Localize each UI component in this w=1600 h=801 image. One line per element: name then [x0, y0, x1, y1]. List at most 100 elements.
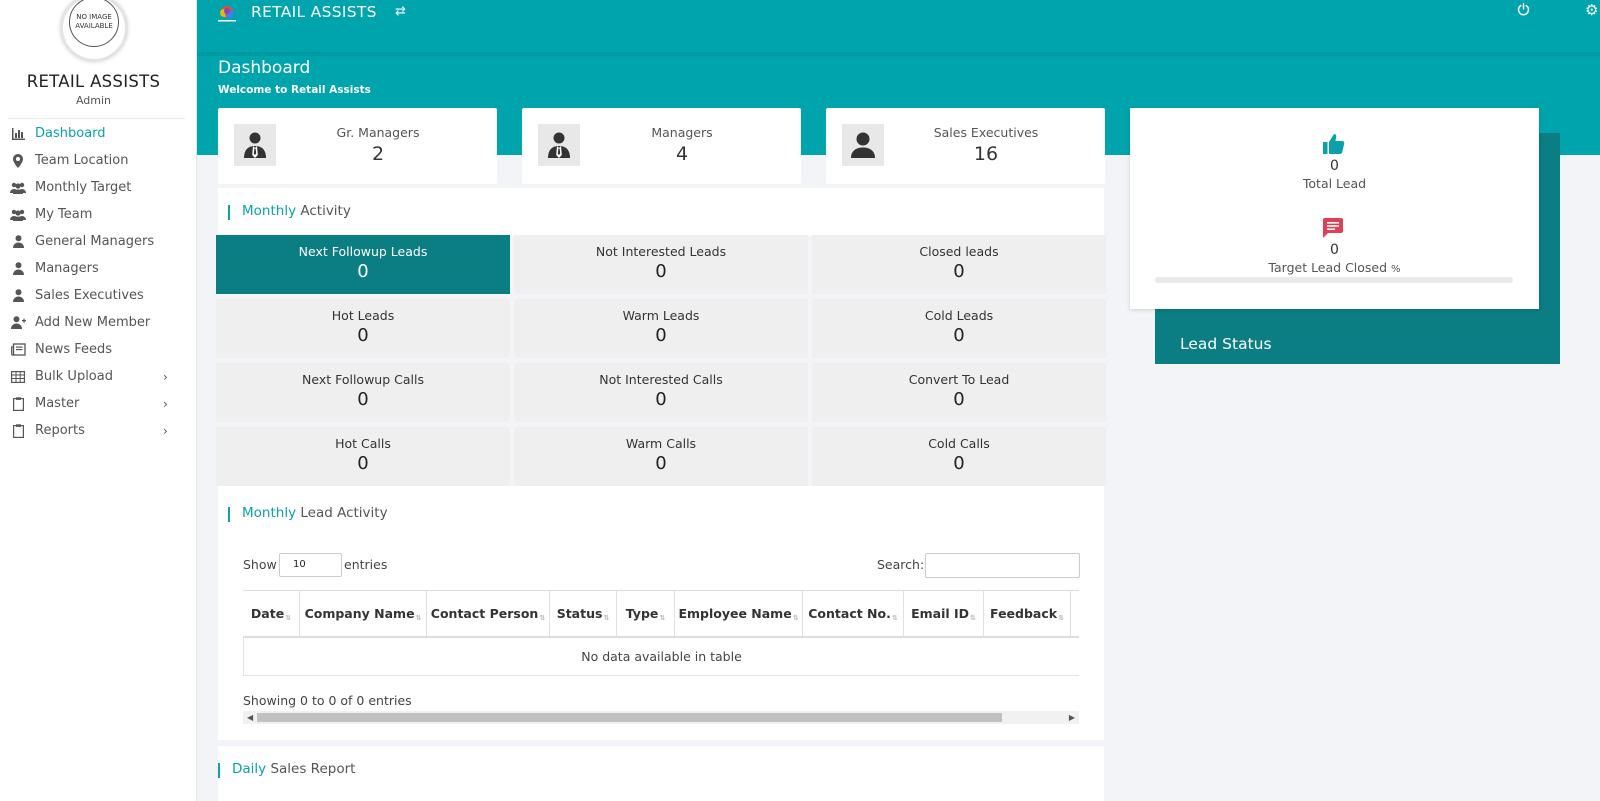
chevron-right-icon: › — [163, 423, 168, 438]
tile-hot-leads[interactable]: Hot Leads 0 — [216, 299, 510, 358]
target-lead-closed-value: 0 — [1330, 242, 1339, 258]
user-icon — [10, 289, 26, 303]
section-title-daily-sales: Daily Sales Report — [218, 761, 355, 778]
column-header-email-id[interactable]: Email ID ⇅ — [904, 591, 984, 636]
lead-summary-card: 0 Total Lead 0 Target Lead Closed % — [1130, 108, 1539, 309]
user-icon — [10, 262, 26, 276]
scroll-left-icon[interactable]: ◀ — [247, 711, 253, 724]
total-lead-value: 0 — [1330, 158, 1339, 174]
sidebar-item-managers[interactable]: Managers — [0, 255, 197, 282]
column-header-status[interactable]: Status ⇅ — [550, 591, 617, 636]
sidebar-item-general-managers[interactable]: General Managers — [0, 228, 197, 255]
column-header-contact-person[interactable]: Contact Person ⇅ — [427, 591, 550, 636]
page-length-select[interactable]: 10 — [279, 553, 342, 577]
users-icon — [10, 208, 26, 222]
sidebar-item-news-feeds[interactable]: News Feeds — [0, 336, 197, 363]
sidebar-nav: Dashboard Team Location Monthly Target M… — [0, 120, 197, 444]
sort-icon: ⇅ — [970, 613, 976, 622]
sidebar-item-sales-executives[interactable]: Sales Executives — [0, 282, 197, 309]
column-header-employee-name[interactable]: Employee Name ⇅ — [675, 591, 803, 636]
manager-icon — [538, 124, 580, 166]
user-role: Admin — [75, 94, 112, 107]
tile-next-followup-calls[interactable]: Next Followup Calls 0 — [216, 363, 510, 422]
tile-closed-leads[interactable]: Closed leads 0 — [812, 235, 1106, 294]
power-icon[interactable] — [1517, 3, 1530, 20]
sidebar-item-monthly-target[interactable]: Monthly Target — [0, 174, 197, 201]
column-header-company-name[interactable]: Company Name ⇅ — [300, 591, 427, 636]
user-icon — [842, 124, 884, 166]
column-header-date[interactable]: Date ⇅ — [243, 591, 300, 636]
user-plus-icon — [10, 316, 26, 330]
table-header: Date ⇅ Company Name ⇅ Contact Person ⇅ Stat… — [243, 590, 1079, 638]
newspaper-icon — [10, 343, 26, 357]
sidebar-brand: RETAIL ASSISTS — [26, 72, 161, 91]
column-header-contact-no[interactable]: Contact No. ⇅ — [803, 591, 904, 636]
stat-card-gr-managers[interactable]: Gr. Managers 2 — [218, 108, 497, 184]
target-progress-bar — [1155, 277, 1513, 283]
section-title-monthly-activity: Monthly Activity — [228, 203, 351, 220]
stat-card-sales-executives[interactable]: Sales Executives 16 — [826, 108, 1105, 184]
tile-next-followup-leads[interactable]: Next Followup Leads 0 — [216, 235, 510, 294]
chevron-right-icon: › — [163, 396, 168, 411]
sort-icon: ⇅ — [603, 613, 610, 622]
sort-icon: ⇅ — [659, 613, 666, 622]
avatar-placeholder-text: NO IMAGE AVAILABLE — [69, 0, 119, 47]
sidebar-divider — [8, 118, 185, 119]
sidebar-item-master[interactable]: Master › — [0, 390, 197, 417]
manager-icon — [234, 124, 276, 166]
sidebar-item-bulk-upload[interactable]: Bulk Upload › — [0, 363, 197, 390]
thumbs-up-icon — [1323, 133, 1345, 155]
entries-label: entries — [344, 557, 388, 572]
search-input[interactable] — [925, 553, 1080, 578]
column-header-feedback[interactable]: Feedback ⇅ — [984, 591, 1071, 636]
target-lead-closed-label: Target Lead Closed % — [1268, 260, 1401, 275]
sidebar-toggle-icon[interactable]: ⇄ — [395, 4, 406, 19]
sort-icon: ⇅ — [891, 613, 898, 622]
sidebar-item-add-new-member[interactable]: Add New Member — [0, 309, 197, 336]
table-icon — [10, 370, 26, 384]
chevron-right-icon: › — [163, 369, 168, 384]
lead-status-title: Lead Status — [1180, 335, 1272, 353]
column-header-type[interactable]: Type ⇅ — [617, 591, 675, 636]
tile-not-interested-calls[interactable]: Not Interested Calls 0 — [514, 363, 808, 422]
tile-convert-to-lead[interactable]: Convert To Lead 0 — [812, 363, 1106, 422]
tile-cold-calls[interactable]: Cold Calls 0 — [812, 427, 1106, 486]
sidebar: NO IMAGE AVAILABLE RETAIL ASSISTS Admin … — [0, 0, 197, 801]
stat-card-managers[interactable]: Managers 4 — [522, 108, 801, 184]
total-lead-label: Total Lead — [1302, 176, 1367, 191]
bar-chart-icon — [10, 127, 26, 141]
lead-activity-table: Date ⇅ Company Name ⇅ Contact Person ⇅ Stat… — [243, 590, 1079, 676]
show-label: Show — [243, 557, 277, 572]
sort-icon: ⇅ — [792, 613, 799, 622]
gear-icon[interactable]: ⚙ — [1585, 1, 1598, 19]
tile-warm-leads[interactable]: Warm Leads 0 — [514, 299, 808, 358]
section-title-lead-activity: Monthly Lead Activity — [228, 505, 388, 522]
table-info: Showing 0 to 0 of 0 entries — [243, 693, 412, 708]
horizontal-scrollbar[interactable]: ◀ ▶ — [243, 711, 1079, 724]
sort-icon: ⇅ — [285, 613, 292, 622]
app-logo-icon — [216, 4, 238, 24]
sidebar-item-reports[interactable]: Reports › — [0, 417, 197, 444]
sidebar-item-team-location[interactable]: Team Location — [0, 147, 197, 174]
app-title: RETAIL ASSISTS — [251, 3, 377, 21]
percent-unit: % — [1391, 264, 1401, 275]
sidebar-item-my-team[interactable]: My Team — [0, 201, 197, 228]
map-pin-icon — [10, 153, 26, 168]
tile-not-interested-leads[interactable]: Not Interested Leads 0 — [514, 235, 808, 294]
stat-value: 2 — [371, 143, 385, 165]
user-icon — [10, 235, 26, 249]
sort-icon: ⇅ — [1058, 613, 1064, 622]
search-label: Search: — [877, 557, 925, 572]
clipboard-icon — [10, 396, 26, 411]
tile-warm-calls[interactable]: Warm Calls 0 — [514, 427, 808, 486]
stat-value: 4 — [675, 143, 689, 165]
tile-hot-calls[interactable]: Hot Calls 0 — [216, 427, 510, 486]
clipboard-icon — [10, 423, 26, 438]
sidebar-item-dashboard[interactable]: Dashboard — [0, 120, 197, 147]
scroll-right-icon[interactable]: ▶ — [1069, 711, 1075, 724]
scrollbar-thumb[interactable] — [257, 713, 1002, 722]
page-title: Dashboard — [218, 58, 311, 78]
avatar: NO IMAGE AVAILABLE — [58, 0, 130, 64]
tile-cold-leads[interactable]: Cold Leads 0 — [812, 299, 1106, 358]
sort-icon: ⇅ — [539, 613, 546, 622]
